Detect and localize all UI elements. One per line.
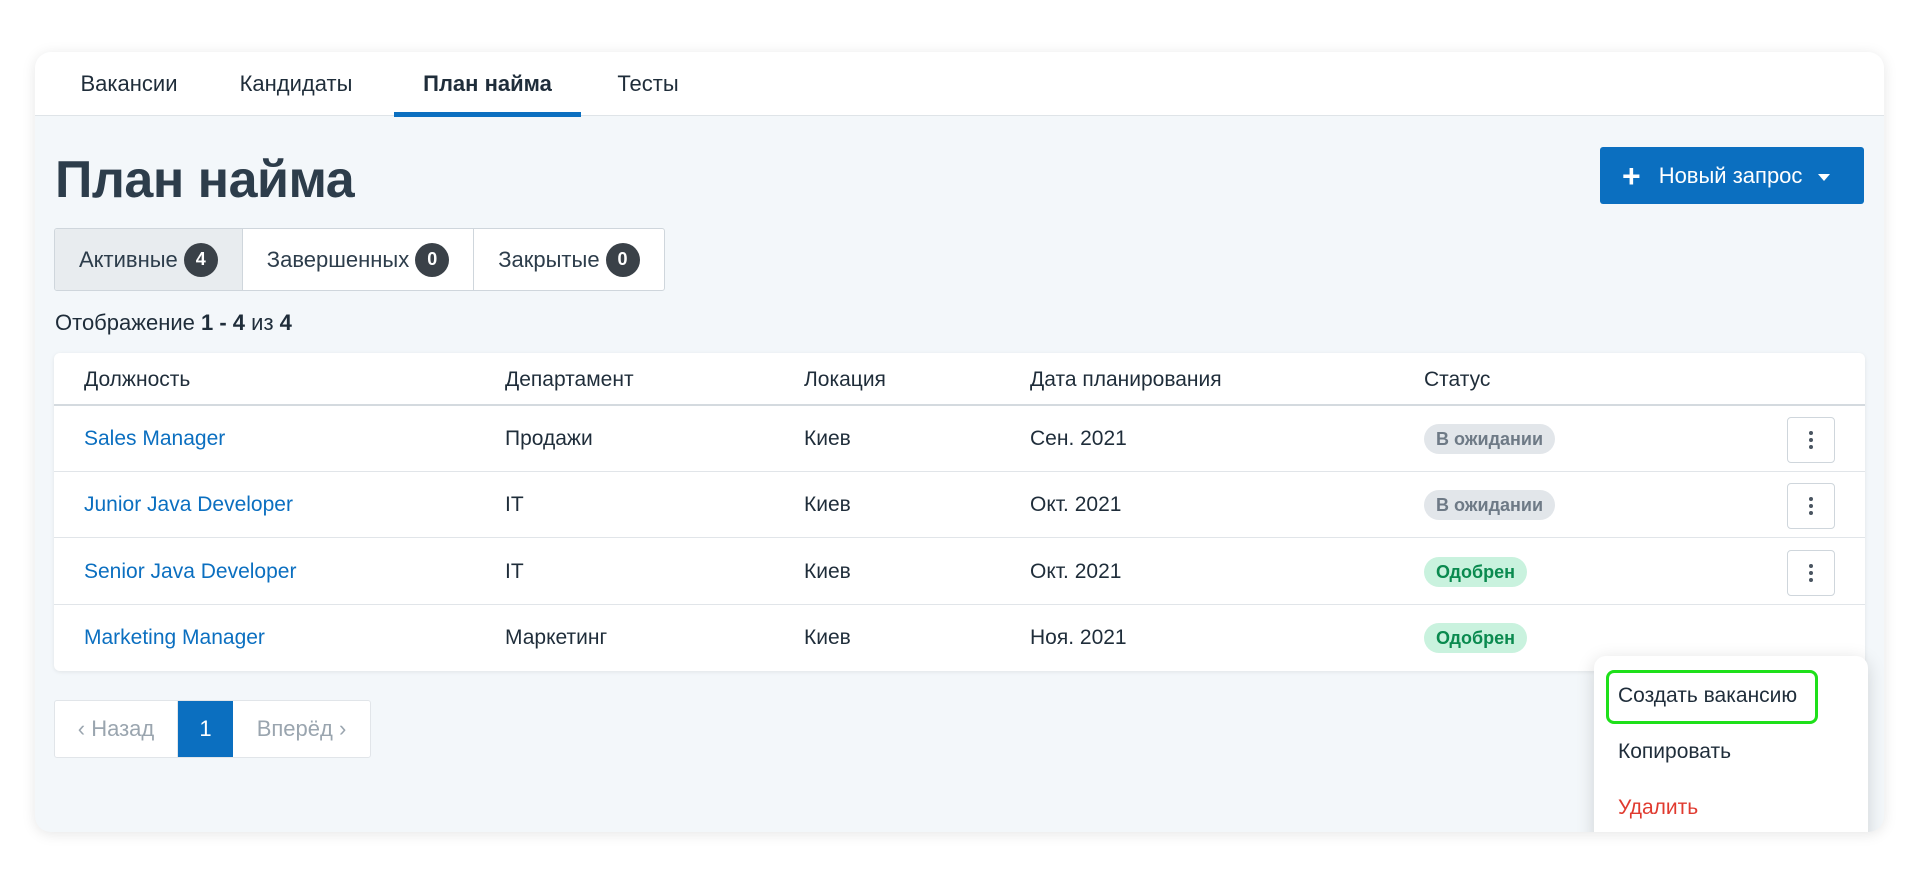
status-badge: В ожидании <box>1424 490 1556 520</box>
column-header-position: Должность <box>84 368 191 391</box>
location-cell: Киев <box>804 493 851 516</box>
active-tab-indicator <box>394 112 581 117</box>
filter-label: Завершенных <box>266 246 410 272</box>
row-context-menu: Создать вакансию Копировать Удалить <box>1594 656 1868 832</box>
menu-item-copy[interactable]: Копировать <box>1618 740 1731 764</box>
top-navigation: Вакансии Кандидаты План найма Тесты <box>35 52 1884 117</box>
position-link[interactable]: Sales Manager <box>84 406 225 472</box>
new-request-button[interactable]: + Новый запрос <box>1600 147 1864 204</box>
date-cell: Окт. 2021 <box>1030 560 1122 583</box>
tab-candidates[interactable]: Кандидаты <box>231 52 361 116</box>
count-badge: 0 <box>415 242 450 277</box>
position-link[interactable]: Junior Java Developer <box>84 472 293 538</box>
department-cell: Маркетинг <box>505 626 608 649</box>
pagination: ‹ Назад 1 Вперёд › <box>54 700 371 758</box>
status-badge: Одобрен <box>1424 557 1527 587</box>
table-header: Должность Департамент Локация Дата плани… <box>54 353 1865 406</box>
plus-icon: + <box>1622 157 1641 194</box>
position-link[interactable]: Senior Java Developer <box>84 539 296 605</box>
column-header-status: Статус <box>1424 368 1491 391</box>
pagination-prev-button[interactable]: ‹ Назад <box>55 701 178 757</box>
department-cell: IT <box>505 560 524 583</box>
results-summary: Отображение 1 - 4 из 4 <box>55 310 292 336</box>
new-request-label: Новый запрос <box>1658 162 1803 188</box>
filter-completed[interactable]: Завершенных 0 <box>243 229 475 290</box>
status-filter-group: Активные 4 Завершенных 0 Закрытые 0 <box>54 228 665 291</box>
count-badge: 4 <box>183 242 218 277</box>
row-actions-button[interactable] <box>1787 417 1835 463</box>
table-row: Sales Manager Продажи Киев Сен. 2021 В о… <box>54 406 1865 472</box>
location-cell: Киев <box>804 626 851 649</box>
chevron-down-icon <box>1818 174 1831 181</box>
department-cell: IT <box>505 493 524 516</box>
more-vertical-icon <box>1809 497 1813 501</box>
pagination-next-button[interactable]: Вперёд › <box>233 701 370 757</box>
tab-vacancies[interactable]: Вакансии <box>70 52 188 116</box>
results-range: 1 - 4 <box>201 310 246 335</box>
table-row: Senior Java Developer IT Киев Окт. 2021 … <box>54 539 1865 605</box>
department-cell: Продажи <box>505 427 593 450</box>
page-title: План найма <box>55 151 355 209</box>
status-badge: В ожидании <box>1424 424 1556 454</box>
row-actions-button[interactable] <box>1787 483 1835 529</box>
status-badge: Одобрен <box>1424 623 1527 653</box>
location-cell: Киев <box>804 427 851 450</box>
column-header-location: Локация <box>804 368 886 391</box>
menu-item-delete[interactable]: Удалить <box>1618 796 1698 820</box>
column-header-department: Департамент <box>505 368 634 391</box>
filter-label: Закрытые <box>498 246 600 272</box>
results-total: 4 <box>279 310 292 335</box>
table-row: Marketing Manager Маркетинг Киев Ноя. 20… <box>54 605 1865 671</box>
date-cell: Ноя. 2021 <box>1030 626 1127 649</box>
main-card: Вакансии Кандидаты План найма Тесты План… <box>35 52 1884 832</box>
more-vertical-icon <box>1809 431 1813 435</box>
hiring-plan-table: Должность Департамент Локация Дата плани… <box>54 353 1865 671</box>
date-cell: Сен. 2021 <box>1030 427 1127 450</box>
menu-item-create-vacancy[interactable]: Создать вакансию <box>1618 684 1797 708</box>
location-cell: Киев <box>804 560 851 583</box>
results-of: из <box>251 310 274 335</box>
column-header-date: Дата планирования <box>1030 368 1222 391</box>
pagination-page-current[interactable]: 1 <box>178 701 233 757</box>
filter-label: Активные <box>79 246 178 272</box>
results-prefix: Отображение <box>55 310 195 335</box>
tab-tests[interactable]: Тесты <box>608 52 688 116</box>
tab-hiring-plan[interactable]: План найма <box>394 52 581 116</box>
row-actions-button[interactable] <box>1787 550 1835 596</box>
filter-closed[interactable]: Закрытые 0 <box>474 229 663 290</box>
table-row: Junior Java Developer IT Киев Окт. 2021 … <box>54 472 1865 538</box>
more-vertical-icon <box>1809 564 1813 568</box>
date-cell: Окт. 2021 <box>1030 493 1122 516</box>
filter-active[interactable]: Активные 4 <box>55 229 243 290</box>
position-link[interactable]: Marketing Manager <box>84 605 265 671</box>
count-badge: 0 <box>605 242 640 277</box>
